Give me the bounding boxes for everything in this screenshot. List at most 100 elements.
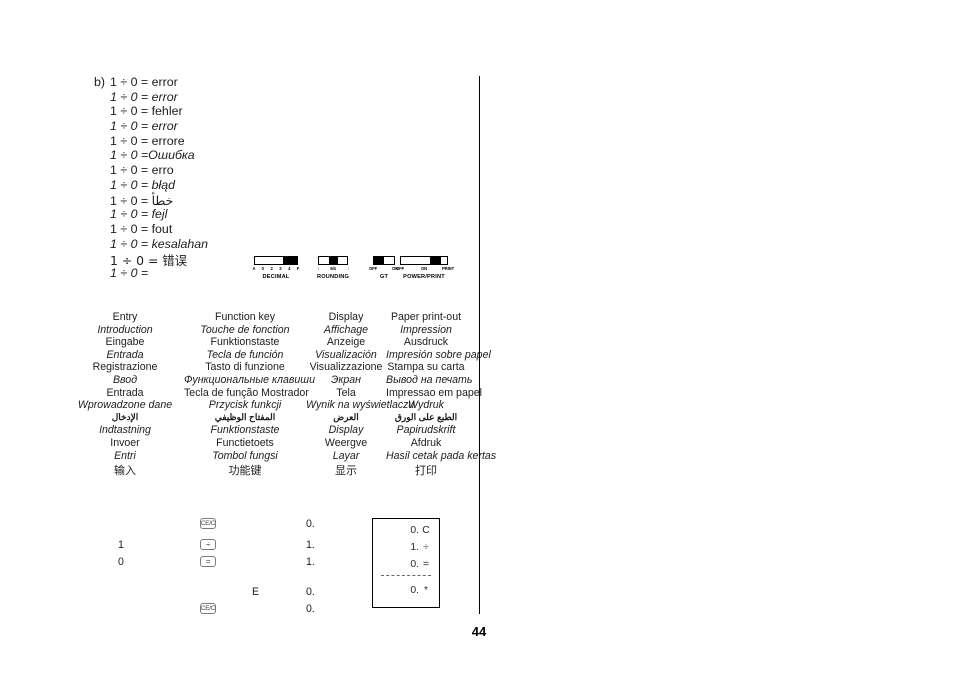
power-print-switch-ticks: OFF ON PRINT [396, 265, 454, 273]
table-row: Indtastning Funktionstaste Display Papiruds… [66, 424, 466, 437]
power-print-switch-knob[interactable] [429, 257, 442, 264]
error-expression-text: 1 ÷ 0 = fejl [110, 207, 168, 222]
printout-value: 0. [410, 559, 419, 570]
paper-printout-box: 0. C 1. ÷ 0. = 0. * [372, 518, 440, 608]
printout-value: 0. [410, 525, 419, 536]
error-expression-text: 1 ÷ 0 = erro [110, 163, 174, 178]
switch-tick-label: OFF [368, 266, 378, 271]
entry-cell: Introduction [97, 323, 153, 336]
example-display-value: 0. [306, 603, 315, 615]
display-cell: Display [328, 311, 364, 323]
example-display-value: 1. [306, 539, 315, 551]
switch-tick-label: A [252, 266, 256, 271]
switch-tick-label: 4 [288, 266, 291, 271]
display-cell: Anzeige [326, 336, 366, 349]
example-key-slot: ÷ [200, 539, 218, 551]
display-cell: Tela [336, 386, 356, 399]
switch-tick-label: ↑ [317, 266, 319, 271]
error-expression-text: خطأ = 0 ÷ 1 [110, 193, 174, 208]
example-key-slot: = [200, 556, 218, 568]
example-key-slot: CE/C [200, 518, 218, 530]
paper-printout-cell: Ausdruck [403, 336, 449, 349]
power-print-switch[interactable]: OFF ON PRINT POWER/PRINT [396, 256, 454, 281]
paper-printout-cell: Paper print-out [390, 311, 462, 323]
switch-tick-label: 0 [261, 266, 264, 271]
decimal-switch-track[interactable] [254, 256, 298, 265]
error-expression-row: 1 ÷ 0 = error [94, 90, 344, 105]
decimal-switch-knob[interactable] [282, 257, 297, 264]
display-cell: 显示 [335, 464, 357, 478]
paper-printout-cell: الطبع على الورق [394, 411, 458, 422]
error-expression-text: 1 ÷ 0 = błąd [110, 177, 176, 192]
error-expression-text: 1 ÷ 0 = errore [110, 133, 185, 148]
example-display-value: 0. [306, 586, 315, 598]
printout-row: 0. = [397, 559, 433, 570]
error-expression-text: 1 ÷ 0 =Ошибка [110, 148, 195, 163]
function-key-cell: Functietoets [216, 436, 274, 449]
example-display-value: 1. [306, 556, 315, 568]
table-row: Eingabe Funktionstaste Anzeige Ausdruck [66, 336, 466, 349]
calculator-key-divide[interactable]: ÷ [200, 539, 216, 550]
paper-printout-cell: Wydruk [408, 399, 444, 412]
power-print-switch-track[interactable] [400, 256, 448, 265]
error-expression-text: 1 ÷ 0 = [110, 265, 149, 280]
display-cell: Wynik na wyświetlaczu [306, 399, 415, 412]
rounding-switch-knob[interactable] [328, 257, 338, 264]
switch-tick-label: ↓ [347, 266, 349, 271]
error-expression-list: b) 1 ÷ 0 = error 1 ÷ 0 = error 1 ÷ 0 = fehl… [94, 75, 344, 281]
calculator-key-clear[interactable]: CE/C [200, 603, 216, 614]
printout-value: 0. [410, 585, 419, 596]
table-row: 输入 功能键 显示 打印 [66, 462, 466, 478]
printout-symbol: C [422, 525, 430, 536]
function-key-cell: Tasto di funzione [205, 361, 285, 374]
printout-value: 1. [410, 542, 419, 553]
table-row: Wprowadzone dane Przycisk funkcji Wynik na… [66, 399, 466, 412]
paper-printout-cell: Impression [400, 323, 452, 336]
gt-switch-knob[interactable] [374, 257, 384, 264]
gt-switch-track[interactable] [373, 256, 395, 265]
display-cell: Weergve [324, 436, 368, 449]
rounding-switch-ticks: ↑ 5/4 ↓ [309, 265, 357, 273]
error-expression-row: 1 ÷ 0 = kesalahan [94, 237, 344, 252]
error-expression-row: b) 1 ÷ 0 = error [94, 75, 344, 90]
decimal-switch-ticks: A0 2 3 4F [252, 265, 300, 273]
entry-cell: Entry [112, 311, 138, 323]
table-row: Ввод Функциональные клавиши Экран Вывод на … [66, 373, 472, 387]
printout-symbol: * [423, 585, 429, 596]
error-expression-row: 1 ÷ 0 =Ошибка [94, 148, 344, 163]
error-expression-text: 1 ÷ 0 = error [110, 89, 178, 104]
table-row: Entrada Tecla de função Mostrador Tela Impr… [66, 386, 482, 400]
switch-settings-strip: A 0 2 3 4 F DECIMAL ↑ 5/4 ↓ ROUNDING OFF ON GT OFF ON PR… [252, 256, 467, 286]
function-key-cell: Przycisk funkcji [208, 399, 282, 412]
rounding-switch[interactable]: ↑ 5/4 ↓ ROUNDING [309, 256, 357, 281]
decimal-switch[interactable]: A 0 2 3 4 F DECIMAL [252, 256, 300, 281]
display-cell: Layar [332, 449, 360, 462]
table-row: Registrazione Tasto di funzione Visualizza… [66, 361, 466, 374]
error-expression-row: 1 ÷ 0 = error [94, 119, 344, 134]
entry-cell: Ввод [112, 373, 138, 386]
switch-tick-label: 2 [270, 266, 273, 271]
function-key-cell: المفتاح الوظيفي [214, 411, 276, 422]
function-key-cell: Tombol fungsi [212, 449, 278, 462]
switch-tick-label: PRINT [441, 266, 455, 271]
error-expression-row: 1 ÷ 0 = fejl [94, 207, 344, 222]
page-vertical-rule [479, 76, 480, 614]
printout-symbol: = [422, 559, 430, 570]
calculator-key-equals[interactable]: = [200, 556, 216, 567]
function-key-cell: Funktionstaste [210, 336, 280, 349]
table-row: Entri Tombol fungsi Layar Hasil cetak pada … [66, 449, 497, 463]
table-row: الإدخال المفتاح الوظيفي العرض الطبع على الو… [66, 412, 466, 425]
entry-cell: 输入 [114, 464, 136, 478]
function-key-cell: Tecla de función [206, 348, 284, 361]
switch-tick-label: ON [420, 266, 428, 271]
switch-tick-label: OFF [395, 266, 405, 271]
rounding-switch-track[interactable] [318, 256, 348, 265]
entry-cell: Entrada [106, 386, 144, 399]
error-expression-row: 1 ÷ 0 = fehler [94, 104, 344, 119]
decimal-switch-label: DECIMAL [262, 274, 290, 280]
entry-cell: Entrada [106, 348, 144, 361]
paper-printout-cell: Hasil cetak pada kertas [386, 449, 497, 462]
calculator-key-clear[interactable]: CE/C [200, 518, 216, 529]
printout-row: 0. C [397, 525, 433, 536]
error-expression-text: 1 ÷ 0 = fout [110, 221, 173, 236]
